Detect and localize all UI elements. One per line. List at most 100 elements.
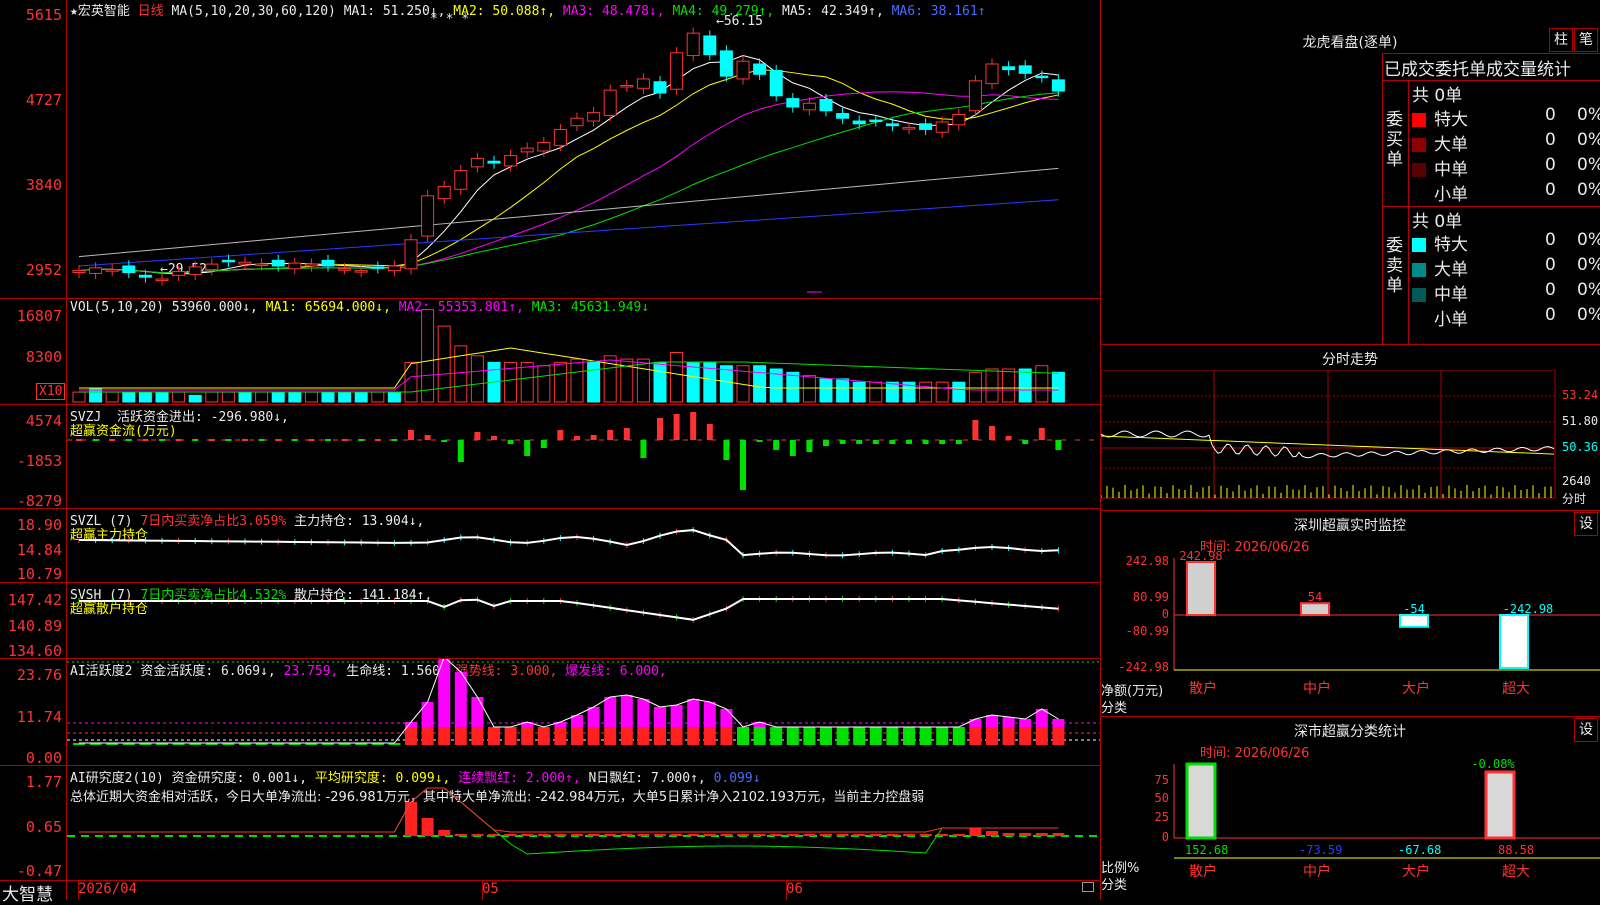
candle-body <box>952 113 966 126</box>
dragon-title: 龙虎看盘(逐单) <box>1302 35 1398 51</box>
volume-bar <box>288 391 302 403</box>
activity-bar <box>936 727 949 745</box>
activity-top-bar <box>587 707 600 727</box>
monitor-bar <box>1399 614 1429 628</box>
volume-bar <box>271 391 285 403</box>
flow-tick <box>258 439 265 441</box>
ma3-line <box>78 91 1059 274</box>
buy-total: 共 0单 <box>1412 86 1463 106</box>
volume-bar <box>138 391 152 403</box>
research-bar <box>919 834 932 836</box>
x-axis-label-3: 06 <box>786 881 803 897</box>
bar-view-button[interactable]: 柱 <box>1549 28 1573 52</box>
monitor-value-label: 54 <box>1308 590 1322 604</box>
flow-tick <box>142 439 149 441</box>
volume-bar <box>470 355 484 403</box>
research-bar <box>471 834 484 836</box>
flow-bar <box>922 440 929 444</box>
main-y-label-2: 4727 <box>25 91 62 109</box>
flow-bar <box>1055 440 1062 450</box>
vol-unit-badge[interactable]: X10 <box>36 383 66 400</box>
candle-body <box>89 267 103 274</box>
main-holding-chart <box>78 527 1059 559</box>
classstats-settings-button[interactable]: 设 <box>1574 718 1598 742</box>
buy-pct-2: 0% <box>1577 155 1600 175</box>
monitor-bar <box>1186 561 1216 616</box>
monitor-settings-button[interactable]: 设 <box>1574 512 1598 536</box>
flow-bar <box>690 412 697 440</box>
candle-body <box>703 35 717 56</box>
activity-bar <box>869 727 882 745</box>
ai2-y-label-2: 0.65 <box>25 818 62 836</box>
volume-bar <box>172 391 186 403</box>
candle-body <box>520 147 534 153</box>
cls-category: 大户 <box>1402 863 1430 880</box>
flow-bar <box>590 435 597 440</box>
volume-bar <box>520 361 534 403</box>
activity-bar <box>521 727 534 745</box>
volume-bar <box>670 352 684 403</box>
activity-bar <box>853 727 866 745</box>
volume-bar <box>1002 368 1016 403</box>
research-bar <box>521 834 534 836</box>
research-bar <box>454 834 467 836</box>
retail-holding-chart <box>78 596 1059 623</box>
volume-bar <box>1051 371 1065 403</box>
volume-bar <box>155 391 169 403</box>
flow-tick <box>125 439 132 441</box>
candle-body <box>653 81 667 94</box>
candle-body <box>338 268 352 271</box>
volume-bar <box>238 391 252 403</box>
research-bar <box>537 834 550 836</box>
volume-bar <box>802 375 816 403</box>
flow-bar <box>623 428 630 440</box>
svsh-y-label-1: 147.42 <box>7 591 62 609</box>
research-bar <box>803 834 816 836</box>
candle-body <box>205 263 219 271</box>
monitor-title: 深圳超赢实时监控 <box>1294 518 1406 534</box>
candle-body <box>968 80 982 112</box>
flow-bar <box>955 440 962 444</box>
activity-bar <box>438 727 451 745</box>
volume-bar <box>437 325 451 403</box>
svsh-y-label-3: 134.60 <box>7 642 62 660</box>
activity-bar <box>488 727 500 745</box>
flow-bar <box>773 440 780 450</box>
cls-value-label: -67.68 <box>1398 843 1441 857</box>
buy-pct-3: 0% <box>1577 180 1600 200</box>
research-bar <box>886 834 899 836</box>
buy-pct-1: 0% <box>1577 130 1600 150</box>
volume-bar <box>869 381 883 403</box>
sell-name-0: 特大 <box>1434 235 1468 255</box>
candlestick-chart[interactable] <box>67 0 1100 298</box>
candle-body <box>221 259 235 263</box>
buy-row-1: 大单 <box>1412 130 1468 155</box>
lock-icon[interactable] <box>1082 882 1094 892</box>
flow-bar <box>673 414 680 440</box>
activity-bar <box>820 727 832 745</box>
candle-body <box>769 70 783 97</box>
svzl-y-label-3: 10.79 <box>16 565 62 583</box>
candle-body <box>454 170 468 190</box>
research-bar <box>1019 833 1032 836</box>
activity-bar <box>986 727 998 745</box>
cls-y-tick: 50 <box>1155 791 1169 805</box>
flow-bar <box>789 440 796 456</box>
tick-view-button[interactable]: 笔 <box>1574 28 1598 52</box>
sell-row-0: 特大 <box>1412 230 1468 255</box>
volume-bar <box>919 381 933 403</box>
candle-body <box>553 128 567 146</box>
activity-bar <box>803 727 816 745</box>
ai2-y-label-3: -0.47 <box>16 862 62 880</box>
activity-bar <box>405 727 417 745</box>
candle-body <box>238 261 252 265</box>
sell-pct-0: 0% <box>1577 230 1600 250</box>
ma6-line <box>78 199 1059 267</box>
activity-bar <box>604 727 617 745</box>
research-bar <box>637 834 650 836</box>
intraday-chart[interactable] <box>1101 370 1600 510</box>
main-y-label-1: 5615 <box>25 6 62 24</box>
candle-body <box>387 265 401 272</box>
volume-bar <box>819 378 833 403</box>
candle-body <box>686 32 700 57</box>
